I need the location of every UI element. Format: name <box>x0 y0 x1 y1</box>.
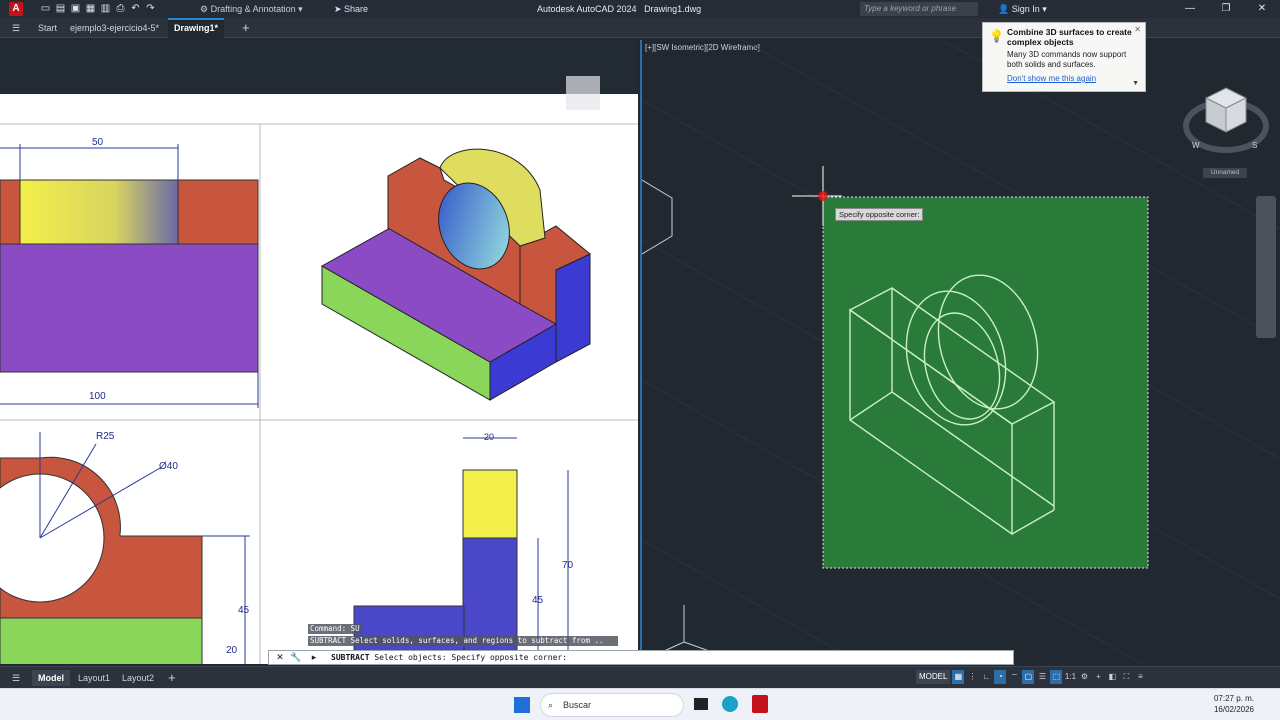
model-space-button[interactable]: MODEL <box>916 670 951 684</box>
windows-start-icon[interactable] <box>514 697 530 713</box>
share-button[interactable]: ➤ Share <box>334 2 368 16</box>
quick-access-toolbar: ▭ ▤ ▣ ▦ ▥ ⎙ ↶ ↷ <box>40 3 156 14</box>
windows-taskbar: ⌕ Buscar 07:27 p. m. 16/02/2026 <box>0 688 1280 720</box>
tab-model[interactable]: Model <box>32 670 70 686</box>
sign-in-button[interactable]: 👤 Sign In ▾ <box>998 2 1047 16</box>
close-icon[interactable]: ✕ <box>1244 0 1280 18</box>
dim-20-top: 20 <box>484 432 495 442</box>
tab-layout1[interactable]: Layout1 <box>72 670 116 686</box>
title-bar: A ▭ ▤ ▣ ▦ ▥ ⎙ ↶ ↷ ⚙ Drafting & Annotatio… <box>0 0 1280 18</box>
open-icon[interactable]: ▤ <box>55 3 66 14</box>
add-layout-icon[interactable]: + <box>162 670 182 686</box>
clock-time: 07:27 p. m. <box>1213 694 1254 703</box>
balloon-message: Many 3D commands now support both solids… <box>1007 50 1127 69</box>
taskbar-search[interactable]: ⌕ Buscar <box>540 693 684 717</box>
balloon-title: Combine 3D surfaces to create complex ob… <box>1007 27 1132 47</box>
file-explorer-icon[interactable] <box>694 698 708 710</box>
dim-r25: R25 <box>96 431 115 442</box>
file-name: Drawing1.dwg <box>644 4 702 14</box>
close-commandline-icon[interactable]: ✕ <box>273 651 287 664</box>
undo-icon[interactable]: ↶ <box>130 3 141 14</box>
tab-drawing1[interactable]: Drawing1* <box>168 18 225 38</box>
workspace-label: Drafting & Annotation <box>210 4 296 14</box>
polar-icon[interactable]: ◔ <box>994 670 1007 684</box>
command-line[interactable]: ✕ 🔧 ▸ SUBTRACT Select objects: Specify o… <box>268 650 1014 665</box>
reference-drawing <box>0 40 638 664</box>
tab-layout2[interactable]: Layout2 <box>116 670 160 686</box>
sign-in-label: Sign In <box>1011 4 1040 14</box>
viewcube[interactable]: W S <box>1180 80 1272 160</box>
dim-100: 100 <box>89 391 106 402</box>
publish-icon[interactable]: ▥ <box>100 3 111 14</box>
taskbar-search-label: Buscar <box>563 700 592 710</box>
search-icon: ⌕ <box>548 700 554 710</box>
isodraft-icon[interactable]: ⌔ <box>1008 670 1020 684</box>
osnap-icon[interactable]: ▢ <box>1022 670 1035 684</box>
reference-image-pane: 50 100 R25 Ø40 20 70 45 45 20 <box>0 40 638 664</box>
customize-icon[interactable]: 🔧 <box>289 651 303 664</box>
fullscreen-icon[interactable]: ⛶ <box>1120 670 1132 684</box>
new-icon[interactable]: ▭ <box>40 3 51 14</box>
selection-cycling-icon[interactable]: ⬚ <box>1050 670 1063 684</box>
status-toggles: MODEL ▦ ⋮ ∟ ◔ ⌔ ▢ ☰ ⬚ 1:1 ⚙ + ◧ ⛶ ≡ <box>916 670 1146 684</box>
dim-20-left: 20 <box>226 645 238 656</box>
command-name: SUBTRACT <box>331 653 370 662</box>
cursor-prompt-tooltip: Specify opposite corner: <box>835 208 924 221</box>
app-title: Autodesk AutoCAD 2024 Drawing1.dwg <box>537 2 701 16</box>
ucs-menu-unnamed[interactable]: Unnamed <box>1203 168 1247 178</box>
navigation-bar[interactable] <box>1256 196 1276 338</box>
annotation-scale[interactable]: 1:1 <box>1064 670 1076 684</box>
tab-ejemplo3[interactable]: ejemplo3-ejercicio4-5* <box>64 18 165 38</box>
recent-commands-icon[interactable]: ▸ <box>307 651 321 664</box>
expand-balloon-icon[interactable]: ▼ <box>1132 80 1139 87</box>
svg-text:S: S <box>1252 141 1257 150</box>
menu-icon[interactable]: ☰ <box>6 18 26 38</box>
plot-icon[interactable]: ⎙ <box>115 3 126 14</box>
dim-diameter-40: Ø40 <box>159 461 178 472</box>
customization-icon[interactable]: ≡ <box>1134 670 1146 684</box>
restore-icon[interactable]: ❐ <box>1208 0 1244 18</box>
dim-45-left: 45 <box>238 605 250 616</box>
workspace-switcher[interactable]: ⚙ Drafting & Annotation ▾ <box>200 2 328 16</box>
dont-show-link[interactable]: Don't show me this again <box>1007 74 1139 83</box>
lightbulb-icon: 💡 <box>989 29 1004 43</box>
history-line-2: SUBTRACT Select solids, surfaces, and re… <box>308 636 618 646</box>
ortho-icon[interactable]: ∟ <box>980 670 992 684</box>
autocad-taskbar-icon[interactable] <box>752 695 768 713</box>
new-tab-icon[interactable]: + <box>236 18 256 38</box>
minimize-icon[interactable]: — <box>1172 0 1208 18</box>
command-prompt[interactable]: SUBTRACT Select objects: Specify opposit… <box>331 651 567 664</box>
close-balloon-icon[interactable]: ✕ <box>1134 25 1141 34</box>
clock-date: 16/02/2026 <box>1213 705 1254 714</box>
edge-icon[interactable] <box>722 696 738 712</box>
lineweight-icon[interactable]: ☰ <box>1036 670 1048 684</box>
command-history: Command: SU SUBTRACT Select solids, surf… <box>308 624 618 648</box>
save-as-icon[interactable]: ▦ <box>85 3 96 14</box>
status-bar: ☰ Model Layout1 Layout2 + MODEL ▦ ⋮ ∟ ◔ … <box>0 666 1280 688</box>
tab-start[interactable]: Start <box>32 18 63 38</box>
dim-45-right: 45 <box>532 595 544 606</box>
window-controls: — ❐ ✕ <box>1172 0 1280 18</box>
system-clock[interactable]: 07:27 p. m. 16/02/2026 <box>1214 693 1254 715</box>
workspace-gear-icon[interactable]: ⚙ <box>1078 670 1090 684</box>
search-input[interactable]: Type a keyword or phrase <box>860 2 978 16</box>
app-name: Autodesk AutoCAD 2024 <box>537 4 637 14</box>
info-balloon: 💡 ✕ Combine 3D surfaces to create comple… <box>982 22 1146 92</box>
save-icon[interactable]: ▣ <box>70 3 81 14</box>
autocad-logo[interactable]: A <box>9 2 23 16</box>
grid-icon[interactable]: ▦ <box>952 670 965 684</box>
isolate-icon[interactable]: ◧ <box>1106 670 1118 684</box>
dim-50: 50 <box>92 137 104 148</box>
history-line-1: Command: SU <box>308 624 362 634</box>
command-text: Select objects: Specify opposite corner: <box>374 653 568 662</box>
share-label: Share <box>344 4 369 14</box>
redo-icon[interactable]: ↷ <box>145 3 156 14</box>
snap-icon[interactable]: ⋮ <box>966 670 978 684</box>
svg-text:W: W <box>1192 141 1200 150</box>
layout-menu-icon[interactable]: ☰ <box>6 670 26 686</box>
add-icon[interactable]: + <box>1092 670 1104 684</box>
dim-70: 70 <box>562 560 574 571</box>
